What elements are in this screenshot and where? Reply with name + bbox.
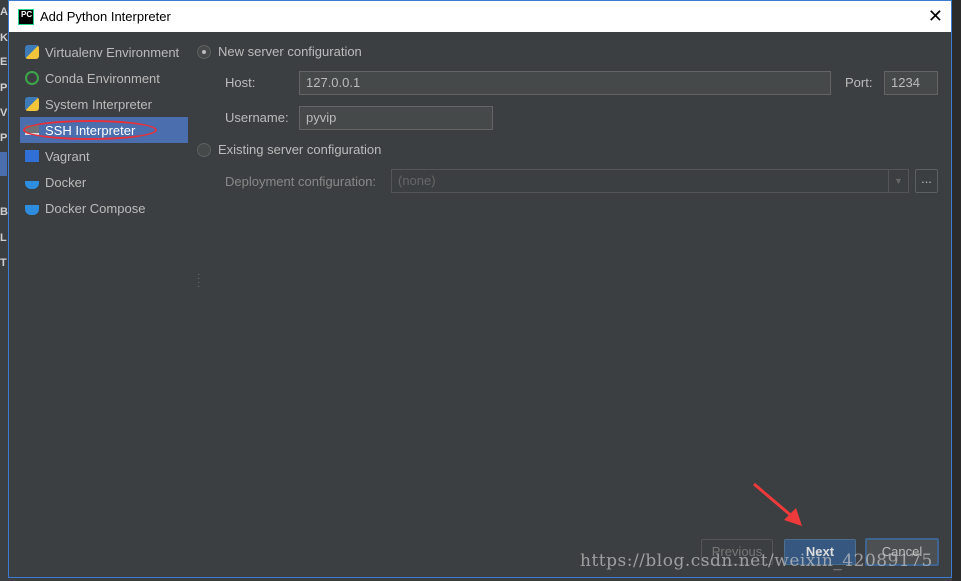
title-bar: PC Add Python Interpreter ✕ [9, 1, 951, 32]
background-right [952, 0, 961, 581]
pycharm-logo-icon: PC [18, 8, 34, 25]
sidebar-item-virtualenv[interactable]: Virtualenv Environment [20, 39, 188, 65]
host-label: Host: [225, 75, 256, 90]
bg-letter: P [0, 132, 8, 144]
watermark: https://blog.csdn.net/weixin_42089175 [580, 551, 933, 571]
sidebar-item-system[interactable]: System Interpreter [20, 91, 188, 117]
red-annotation-ellipse [23, 120, 157, 140]
bg-letter: P [0, 82, 8, 94]
red-annotation-arrow [753, 482, 802, 526]
browse-button[interactable]: ... [915, 169, 938, 193]
port-input[interactable]: 1234 [884, 71, 938, 95]
existing-server-radio[interactable]: Existing server configuration [197, 142, 381, 157]
chevron-down-icon: ▼ [888, 170, 908, 192]
bg-letter: E [0, 56, 8, 68]
existing-server-label: Existing server configuration [218, 142, 382, 157]
sidebar-item-conda[interactable]: Conda Environment [20, 65, 188, 91]
add-python-interpreter-dialog: PC Add Python Interpreter ✕ Virtualenv E… [8, 0, 952, 578]
username-input[interactable]: pyvip [299, 106, 493, 130]
sidebar-item-label: System Interpreter [45, 96, 152, 112]
background-ide-strip: A K E P V P B L T [0, 0, 8, 581]
new-server-label: New server configuration [218, 44, 362, 59]
new-server-radio[interactable]: New server configuration [197, 44, 362, 59]
deployment-label: Deployment configuration: [225, 174, 377, 189]
interpreter-type-list: Virtualenv Environment Conda Environment… [20, 39, 188, 221]
close-icon[interactable]: ✕ [928, 6, 943, 27]
sidebar-item-label: Vagrant [45, 148, 90, 164]
bg-letter: T [0, 257, 7, 269]
sidebar-item-ssh[interactable]: SSH Interpreter [20, 117, 188, 143]
radio-selected-icon [197, 44, 211, 59]
splitter-handle[interactable]: · · · · [197, 270, 200, 292]
bg-letter: B [0, 206, 8, 218]
sidebar-item-label: Virtualenv Environment [45, 44, 180, 60]
docker-icon [25, 180, 39, 189]
host-input[interactable]: 127.0.0.1 [299, 71, 831, 95]
bg-letter: V [0, 107, 8, 119]
bg-letter: K [0, 32, 8, 44]
sidebar-item-docker[interactable]: Docker [20, 169, 188, 195]
sidebar-item-label: Conda Environment [45, 70, 160, 86]
python-icon [25, 97, 39, 111]
bg-letter: A [0, 6, 8, 18]
sidebar-item-docker-compose[interactable]: Docker Compose [20, 195, 188, 221]
background-selection [0, 152, 7, 176]
sidebar-item-vagrant[interactable]: Vagrant [20, 143, 188, 169]
bg-letter: L [0, 232, 7, 244]
radio-unselected-icon [197, 142, 211, 157]
sidebar-item-label: Docker Compose [45, 200, 146, 216]
dialog-title: Add Python Interpreter [40, 9, 171, 24]
port-label: Port: [845, 75, 873, 90]
deployment-value: (none) [398, 173, 436, 188]
deployment-select[interactable]: (none) ▼ [391, 169, 909, 193]
vagrant-icon [25, 150, 39, 162]
python-virtualenv-icon [25, 45, 39, 59]
username-label: Username: [225, 110, 289, 125]
conda-icon [25, 71, 39, 85]
docker-compose-icon [25, 204, 39, 215]
sidebar-item-label: Docker [45, 174, 87, 190]
